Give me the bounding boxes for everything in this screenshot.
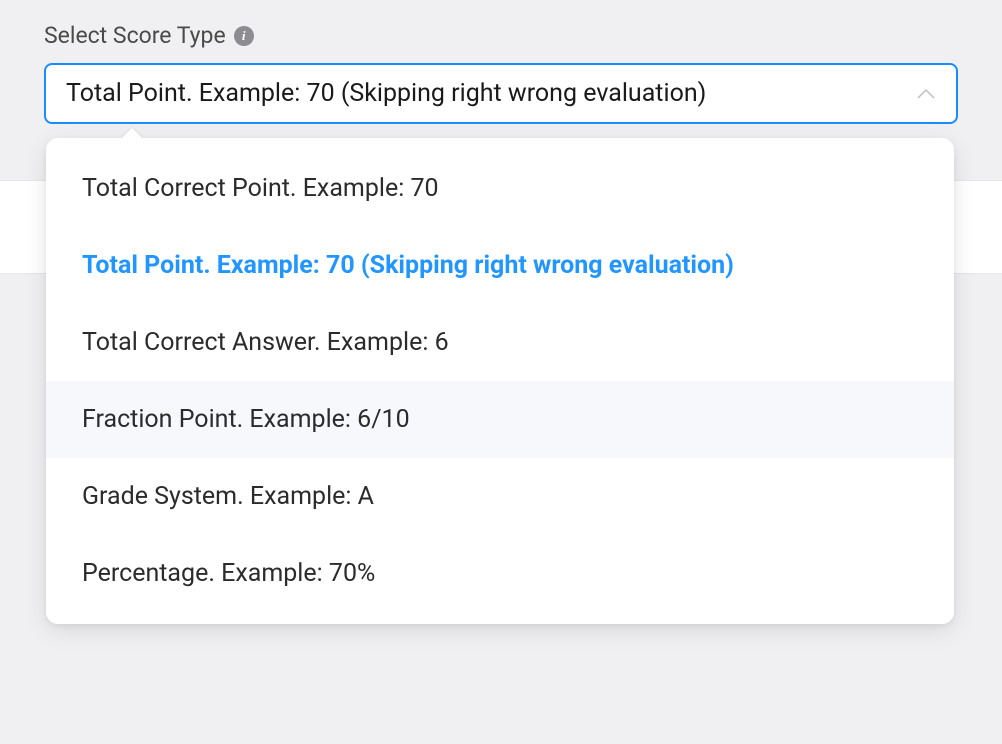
field-label-row: Select Score Type i (44, 22, 958, 49)
field-label: Select Score Type (44, 22, 226, 49)
option-total-correct-answer[interactable]: Total Correct Answer. Example: 6 (46, 304, 954, 381)
score-type-select[interactable]: Total Point. Example: 70 (Skipping right… (44, 63, 958, 124)
info-icon-glyph: i (242, 28, 246, 44)
option-fraction-point[interactable]: Fraction Point. Example: 6/10 (46, 381, 954, 458)
chevron-up-icon (916, 87, 936, 101)
select-value: Total Point. Example: 70 (Skipping right… (66, 79, 706, 108)
info-icon[interactable]: i (234, 26, 254, 46)
option-total-correct-point[interactable]: Total Correct Point. Example: 70 (46, 150, 954, 227)
option-total-point[interactable]: Total Point. Example: 70 (Skipping right… (46, 227, 954, 304)
score-type-dropdown: Total Correct Point. Example: 70 Total P… (46, 138, 954, 624)
option-grade-system[interactable]: Grade System. Example: A (46, 458, 954, 535)
score-type-field: Select Score Type i Total Point. Example… (0, 0, 1002, 124)
option-percentage[interactable]: Percentage. Example: 70% (46, 535, 954, 612)
